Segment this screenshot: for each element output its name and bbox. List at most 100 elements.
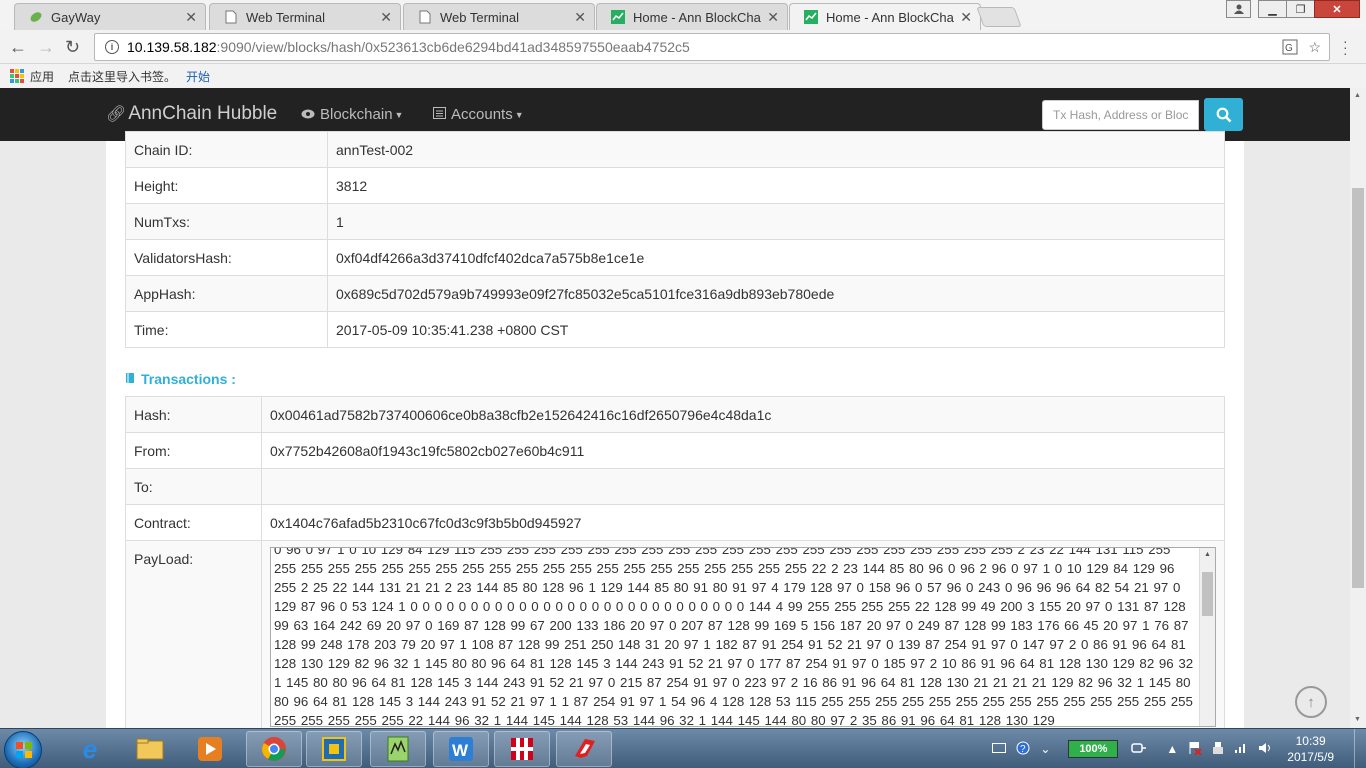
show-hidden-icon[interactable]: ▲ xyxy=(1166,742,1178,756)
reload-icon[interactable]: ↻ xyxy=(65,37,80,57)
browser-tab-active[interactable]: Home - Ann BlockChai ✕ xyxy=(789,3,981,30)
virtualbox-icon[interactable] xyxy=(306,731,362,767)
explorer-icon[interactable] xyxy=(122,731,178,767)
address-bar[interactable]: i 10.139.58.182:9090/view/blocks/hash/0x… xyxy=(94,33,1330,61)
brand[interactable]: 🔗︎ AnnChain Hubble xyxy=(106,103,277,125)
expand-icon[interactable]: ⌄ xyxy=(1040,742,1050,756)
bookmark-start-link[interactable]: 开始 xyxy=(186,68,210,85)
system-tray: ? ⌄ 100% ▲ 10:39 2017/5/9 xyxy=(987,729,1366,768)
search-input[interactable] xyxy=(1042,100,1199,130)
windows-logo-icon xyxy=(16,742,32,758)
payload-textarea[interactable]: 0 96 0 97 1 0 10 129 84 129 115 255 255 … xyxy=(270,547,1216,727)
transactions-heading-text: Transactions : xyxy=(141,371,236,387)
table-row: Contract: 0x1404c76afad5b2310c67fc0d3c9f3… xyxy=(125,504,1225,541)
media-player-icon[interactable] xyxy=(182,731,238,767)
url-path: :9090/view/blocks/hash/0x523613cb6de6294… xyxy=(216,39,690,55)
clock[interactable]: 10:39 2017/5/9 xyxy=(1287,733,1334,765)
tx-to-key: To: xyxy=(125,468,262,505)
star-icon[interactable]: ☆ xyxy=(1308,39,1321,58)
tx-to-value xyxy=(261,468,1225,505)
close-icon[interactable]: ✕ xyxy=(380,9,392,26)
bookmark-apps[interactable]: 应用 xyxy=(30,68,54,85)
clock-date: 2017/5/9 xyxy=(1287,750,1334,764)
notepad-icon[interactable] xyxy=(370,731,426,767)
browser-tab[interactable]: GayWay ✕ xyxy=(14,3,206,30)
clock-time: 10:39 xyxy=(1295,734,1326,748)
browser-tab[interactable]: Web Terminal ✕ xyxy=(209,3,401,30)
search-button[interactable] xyxy=(1204,98,1243,131)
search-icon xyxy=(1216,107,1231,122)
link-icon: 🔗︎ xyxy=(106,106,127,123)
row-key: Height: xyxy=(125,167,328,204)
table-row: To: xyxy=(125,468,1225,505)
nav-accounts-label: Accounts xyxy=(451,106,513,123)
page-icon xyxy=(418,10,432,24)
maximize-button[interactable]: ❐ xyxy=(1286,0,1315,18)
back-icon[interactable]: ← xyxy=(9,37,27,57)
tab-title: Home - Ann BlockChai xyxy=(633,9,762,25)
browser-tab[interactable]: Home - Ann BlockChai ✕ xyxy=(596,3,788,30)
apps-icon[interactable] xyxy=(10,69,24,83)
menu-icon[interactable]: · · · xyxy=(1343,34,1348,60)
table-row: ValidatorsHash: 0xf04df4266a3d37410dfcf40… xyxy=(125,239,1225,276)
signal-icon[interactable] xyxy=(1234,742,1248,757)
start-button[interactable] xyxy=(4,731,42,768)
user-icon[interactable] xyxy=(1226,0,1251,18)
new-tab-button[interactable] xyxy=(976,7,1022,27)
row-key: AppHash: xyxy=(125,275,328,312)
battery-indicator[interactable]: 100% xyxy=(1068,740,1119,758)
usb-icon[interactable] xyxy=(1212,741,1224,758)
close-icon[interactable]: ✕ xyxy=(960,9,972,26)
scroll-to-top-button[interactable]: ↑ xyxy=(1295,686,1327,718)
fortinet-icon[interactable] xyxy=(494,731,550,767)
tx-payload-cell: 0 96 0 97 1 0 10 129 84 129 115 255 255 … xyxy=(261,540,1225,728)
keyboard-icon[interactable] xyxy=(992,742,1007,756)
close-icon[interactable]: ✕ xyxy=(185,9,197,26)
table-row: NumTxs: 1 xyxy=(125,203,1225,240)
translate-icon[interactable]: G xyxy=(1282,39,1298,58)
windows-taskbar: e W ? ⌄ 100% ▲ 10:39 2017/5/9 xyxy=(0,728,1366,768)
row-key: Chain ID: xyxy=(125,131,328,168)
block-info-table: Chain ID: annTest-002 Height: 3812 NumTxs:… xyxy=(125,131,1225,348)
scroll-up-icon[interactable]: ▲ xyxy=(1354,92,1361,99)
help-icon[interactable]: ? xyxy=(1016,741,1030,758)
page-scrollbar[interactable]: ▲ ▼ xyxy=(1350,88,1366,728)
tx-payload-key: PayLoad: xyxy=(125,540,262,728)
bookmark-import-hint: 点击这里导入书签。 xyxy=(68,69,177,84)
caret-down-icon: ▼ xyxy=(394,109,404,120)
transactions-heading: Transactions : xyxy=(125,371,236,387)
scroll-thumb[interactable] xyxy=(1202,572,1213,616)
svg-text:G: G xyxy=(1285,43,1293,54)
block-detail-card: Chain ID: annTest-002 Height: 3812 NumTxs:… xyxy=(106,131,1244,728)
ie-icon[interactable]: e xyxy=(62,731,118,767)
wps-icon[interactable]: W xyxy=(433,731,489,767)
show-desktop-button[interactable] xyxy=(1354,729,1366,768)
nav-blockchain-dropdown[interactable]: Blockchain ▼ xyxy=(301,106,403,123)
close-icon[interactable]: ✕ xyxy=(574,9,586,26)
minimize-button[interactable]: ▁ xyxy=(1258,0,1287,18)
plug-icon[interactable] xyxy=(1131,742,1147,757)
forward-icon[interactable]: → xyxy=(37,37,55,57)
flag-icon[interactable] xyxy=(1188,741,1202,758)
payload-scrollbar[interactable]: ▲ xyxy=(1199,548,1215,726)
brand-name: AnnChain Hubble xyxy=(128,103,278,124)
scroll-down-icon[interactable]: ▼ xyxy=(1354,716,1361,723)
info-icon[interactable]: i xyxy=(105,40,119,54)
red-app-icon[interactable] xyxy=(556,731,612,767)
row-value: annTest-002 xyxy=(327,131,1225,168)
volume-icon[interactable] xyxy=(1258,742,1272,757)
close-window-button[interactable]: ✕ xyxy=(1314,0,1360,18)
arrow-up-icon: ↑ xyxy=(1307,693,1315,711)
row-key: ValidatorsHash: xyxy=(125,239,328,276)
scroll-up-icon[interactable]: ▲ xyxy=(1204,551,1211,558)
chrome-icon[interactable] xyxy=(246,731,302,767)
row-value: 2017-05-09 10:35:41.238 +0800 CST xyxy=(327,311,1225,348)
row-key: Time: xyxy=(125,311,328,348)
close-icon[interactable]: ✕ xyxy=(767,9,779,26)
row-key: NumTxs: xyxy=(125,203,328,240)
nav-accounts-dropdown[interactable]: Accounts ▼ xyxy=(433,106,524,123)
browser-tab[interactable]: Web Terminal ✕ xyxy=(403,3,595,30)
chart-icon xyxy=(804,10,818,24)
scroll-thumb[interactable] xyxy=(1352,188,1364,588)
tx-from-value: 0x7752b42608a0f1943c19fc5802cb027e60b4c9… xyxy=(261,432,1225,469)
